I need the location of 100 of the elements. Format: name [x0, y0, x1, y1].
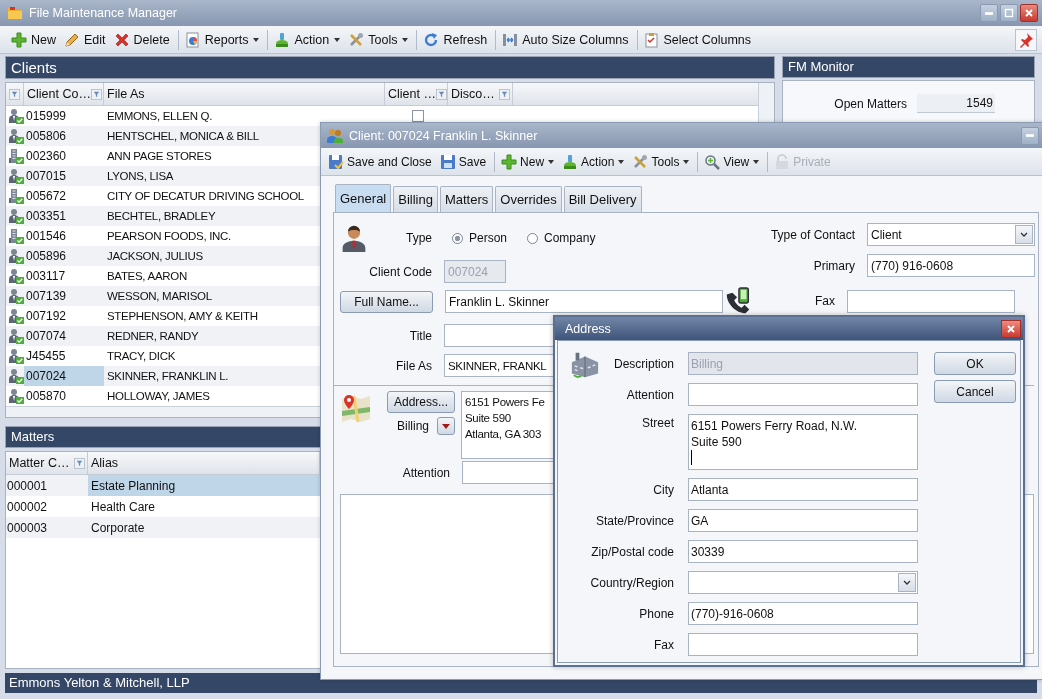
save-close-icon	[328, 153, 344, 170]
field-label: Description	[613, 356, 674, 371]
building-check-icon	[8, 148, 24, 164]
toolbar-button[interactable]: New	[494, 151, 558, 172]
tab[interactable]: General	[335, 184, 392, 212]
report-icon	[184, 31, 201, 48]
field-label: State/Province	[595, 513, 674, 528]
toolbar-button[interactable]: Select Columns	[636, 29, 755, 50]
toolbar-button[interactable]: Delete	[110, 29, 173, 50]
column-header[interactable]	[6, 83, 24, 105]
minimize-button[interactable]	[1021, 126, 1039, 145]
tab[interactable]: Billing	[393, 186, 438, 212]
save-icon	[439, 153, 456, 170]
full-name-button[interactable]: Full Name...	[340, 290, 433, 313]
text-field[interactable]: GA	[688, 509, 918, 532]
text-field[interactable]: 30339	[688, 540, 918, 563]
person-check-icon	[8, 328, 24, 344]
filter-icon[interactable]	[90, 88, 102, 100]
stamp-icon	[274, 31, 291, 48]
tab[interactable]: Matters	[439, 186, 494, 212]
person-icon	[340, 223, 368, 253]
checkbox[interactable]	[412, 110, 424, 122]
table-cell-text: Health Care	[90, 498, 157, 516]
address-button[interactable]: Address...	[386, 391, 455, 413]
country-dropdown[interactable]	[688, 571, 918, 594]
field-label: Country/Region	[590, 575, 674, 590]
toolbar-button[interactable]: Tools	[629, 151, 693, 172]
close-button[interactable]	[1001, 319, 1021, 338]
table-cell-text: 007192	[25, 308, 68, 325]
table-cell-text: 000003	[6, 519, 49, 537]
table-cell-text: 005806	[25, 128, 68, 145]
column-header[interactable]: File As	[104, 83, 385, 105]
radio-button[interactable]	[452, 232, 463, 244]
toolbar-button[interactable]: Tools	[345, 29, 412, 50]
column-header[interactable]: Client Co…	[24, 83, 104, 105]
table-cell-text: 002360	[25, 148, 68, 165]
filter-icon[interactable]	[74, 457, 85, 469]
table-cell: 007024	[24, 366, 104, 386]
person-check-icon	[8, 288, 24, 304]
field-label: Zip/Postal code	[591, 544, 674, 559]
toolbar-button[interactable]: Auto Size Columns	[495, 29, 632, 50]
person-check-icon	[8, 108, 24, 124]
maximize-icon	[1004, 8, 1014, 18]
text-field[interactable]: (770)-916-0608	[688, 602, 918, 625]
toolbar-button[interactable]: View	[697, 151, 763, 172]
panel-header: Clients	[5, 56, 775, 79]
field-label: Type of Contact	[769, 227, 855, 242]
filter-icon[interactable]	[499, 88, 510, 100]
street-field[interactable]: 6151 Powers Ferry Road, N.W. Suite 590	[688, 414, 918, 470]
people-icon	[327, 127, 343, 144]
fax-field[interactable]	[847, 289, 1015, 313]
field-label: Client Code	[368, 264, 432, 279]
toolbar-button[interactable]: Refresh	[416, 29, 491, 50]
table-cell-text: J45455	[25, 348, 67, 365]
person-check-icon	[8, 268, 24, 284]
table-cell: SKINNER, FRANKLIN L.	[107, 370, 229, 382]
dialog-button[interactable]: OK	[934, 352, 1016, 375]
text-field[interactable]	[688, 383, 918, 406]
radio-label[interactable]: Company	[544, 231, 596, 245]
table-cell: HOLLOWAY, JAMES	[107, 390, 210, 402]
close-button[interactable]	[1020, 4, 1038, 22]
person-check-icon	[8, 168, 24, 184]
pin-button[interactable]	[1015, 28, 1037, 51]
toolbar-button[interactable]: Save and Close	[325, 151, 435, 172]
table-cell-text: 001546	[25, 228, 68, 245]
field-label: Fax	[654, 637, 674, 652]
field-label: City	[653, 482, 674, 497]
toolbar-button[interactable]: Action	[267, 29, 344, 50]
caret-icon	[618, 159, 625, 164]
refresh-icon	[423, 31, 440, 48]
column-header[interactable]: Disco…	[448, 83, 513, 105]
column-header[interactable]: Client …	[385, 83, 448, 105]
radio-label[interactable]: Person	[469, 231, 508, 245]
filter-icon[interactable]	[435, 88, 447, 100]
minimize-button[interactable]	[980, 4, 998, 22]
table-cell: JACKSON, JULIUS	[107, 250, 203, 262]
tab[interactable]: Bill Delivery	[563, 186, 642, 212]
toolbar-button[interactable]: Reports	[177, 29, 263, 50]
toolbar-button[interactable]: Edit	[61, 29, 109, 50]
table-cell-text: 003351	[25, 208, 68, 225]
stamp-icon	[562, 153, 579, 170]
phone-field[interactable]: (770) 916-0608	[867, 254, 1035, 277]
filter-icon[interactable]	[9, 88, 20, 100]
caret-icon	[442, 423, 450, 429]
column-header[interactable]: Matter C…	[6, 452, 88, 474]
toolbar-button[interactable]: Action	[559, 151, 628, 172]
text-field[interactable]: Atlanta	[688, 478, 918, 501]
radio-button[interactable]	[527, 232, 539, 244]
text-field[interactable]	[688, 633, 918, 656]
count-value: 1549	[917, 94, 995, 113]
tab[interactable]: Overrides	[495, 186, 562, 212]
field-label: Title	[408, 328, 432, 343]
dropdown-button[interactable]	[437, 417, 455, 435]
type-of-contact-dropdown[interactable]: Client	[867, 223, 1035, 246]
dialog-button[interactable]: Cancel	[934, 380, 1016, 403]
caret-icon	[334, 37, 341, 42]
full-name-field[interactable]: Franklin L. Skinner	[445, 290, 723, 313]
table-cell-text: 015999	[25, 108, 68, 125]
toolbar-button[interactable]: New	[8, 29, 59, 50]
toolbar-button[interactable]: Save	[436, 151, 490, 172]
